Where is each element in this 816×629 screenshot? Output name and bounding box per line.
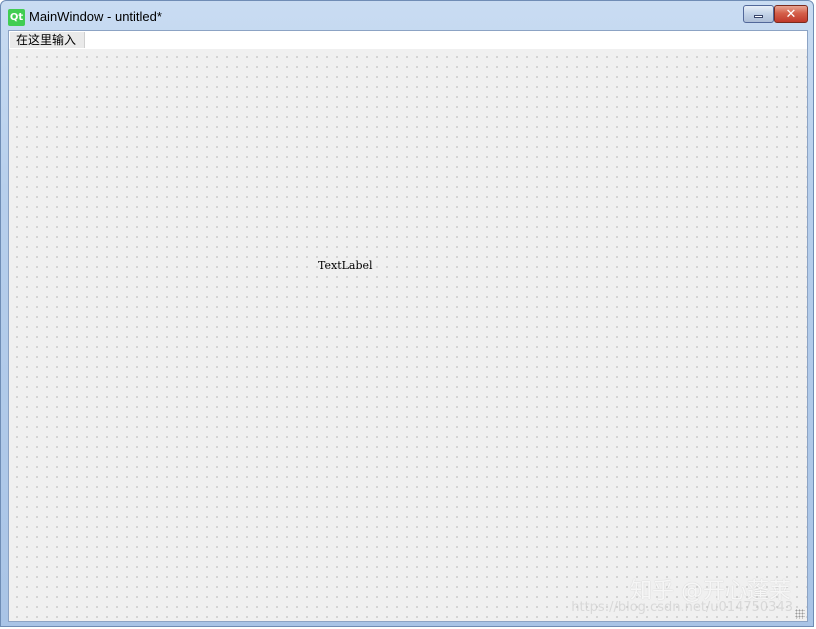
watermark-url: https://blog.csdn.net/u014750343 — [571, 600, 793, 615]
menu-bar: 在这里输入 — [9, 31, 807, 49]
close-button[interactable]: ✕ — [774, 5, 808, 23]
text-label-widget[interactable]: TextLabel — [318, 259, 373, 272]
title-bar[interactable]: Qt MainWindow - untitled* — [1, 1, 813, 31]
menu-type-here-item[interactable]: 在这里输入 — [10, 32, 86, 48]
qt-logo-icon: Qt — [8, 9, 25, 26]
close-icon: ✕ — [785, 6, 797, 22]
form-design-canvas[interactable]: TextLabel 知乎 @开心蓬莱 https://blog.csdn.net… — [9, 49, 807, 621]
size-grip-handle[interactable] — [795, 609, 805, 619]
minimize-button[interactable] — [743, 5, 774, 23]
form-client-area: 在这里输入 TextLabel 知乎 @开心蓬莱 https://blog.cs… — [8, 30, 808, 622]
window-title: MainWindow - untitled* — [29, 9, 162, 24]
minimize-icon — [754, 15, 763, 18]
main-window: Qt MainWindow - untitled* ✕ 在这里输入 TextLa… — [0, 0, 814, 627]
